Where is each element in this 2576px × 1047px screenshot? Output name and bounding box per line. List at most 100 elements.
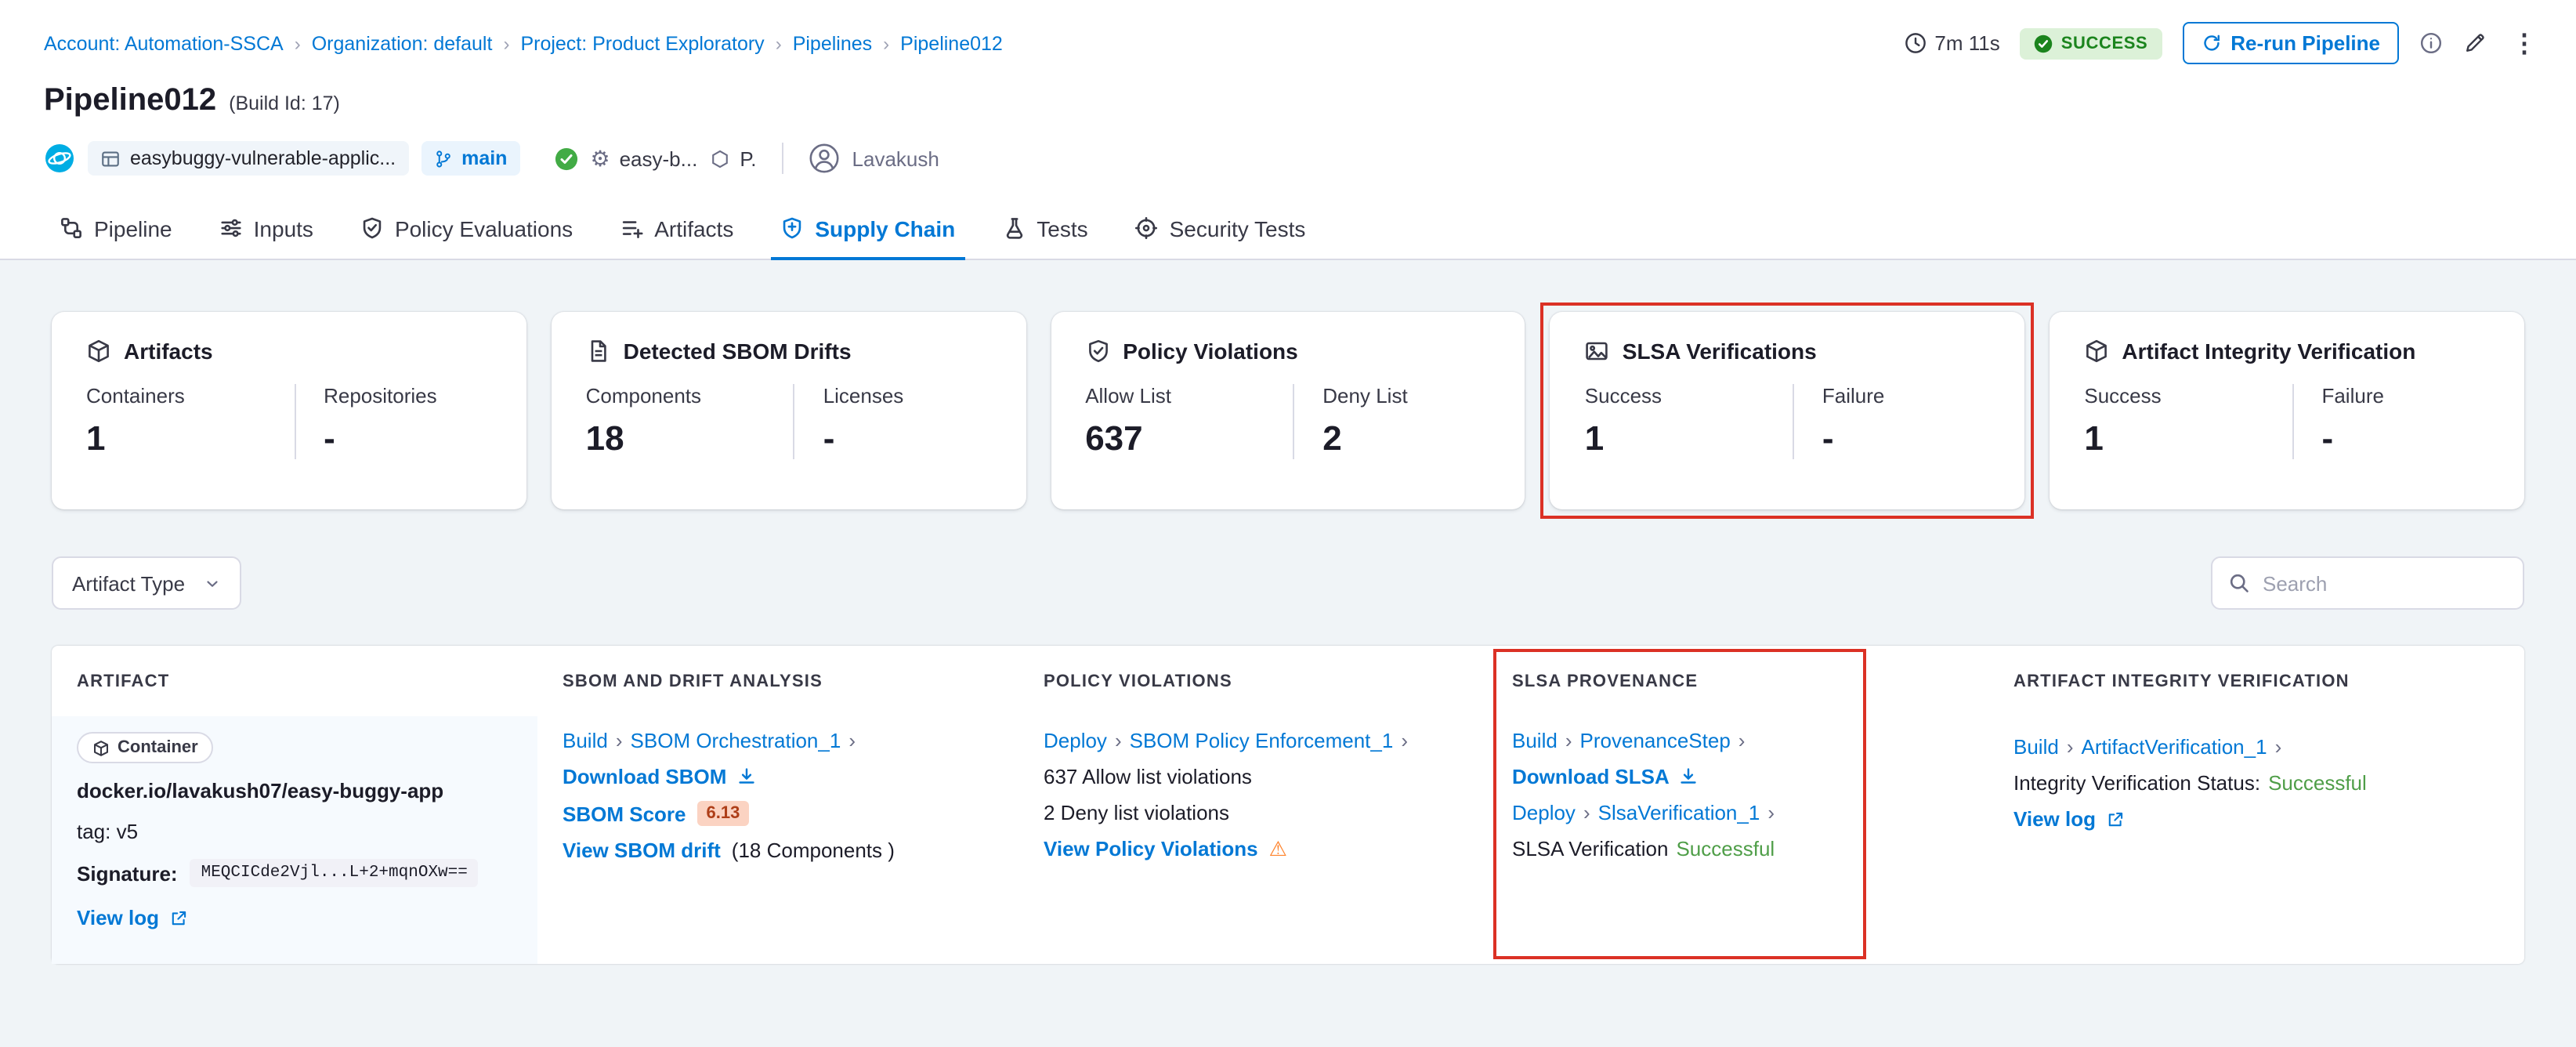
build-id: (Build Id: 17) <box>229 92 340 114</box>
metric-label: Failure <box>1822 384 1885 408</box>
metric: Containers 1 <box>86 384 294 459</box>
stage-link[interactable]: Build <box>563 729 608 752</box>
metric-value: 18 <box>585 418 624 458</box>
tab-pipeline[interactable]: Pipeline <box>38 197 194 259</box>
slsa-verification-status: Successful <box>1676 837 1775 860</box>
execution-actions: 7m 11s SUCCESS Re-run Pipeline ⋮ <box>1903 22 2542 64</box>
artifact-signature: Signature: MEQCICde2Vjl...L+2+mqnOXw== <box>77 859 512 887</box>
deny-list-violations: 2 Deny list violations <box>1044 801 1229 824</box>
integrity-verification-cell: Build › ArtifactVerification_1 › Integri… <box>1988 716 2524 964</box>
stage-link[interactable]: Deploy <box>1512 801 1576 824</box>
metric: Deny List 2 <box>1293 384 1490 459</box>
tab-artifacts[interactable]: Artifacts <box>598 197 755 259</box>
tab-policy-evaluations[interactable]: Policy Evaluations <box>338 197 595 259</box>
artifacts-table: ARTIFACT SBOM AND DRIFT ANALYSIS POLICY … <box>52 646 2524 964</box>
view-log-link[interactable]: View log <box>2013 807 2096 831</box>
breadcrumb-project[interactable]: Project: Product Exploratory <box>520 32 764 54</box>
info-icon[interactable] <box>2419 31 2443 55</box>
metric-label: Repositories <box>324 384 437 408</box>
table-row: Container docker.io/lavakush07/easy-bugg… <box>52 716 2524 964</box>
execution-meta: easybuggy-vulnerable-applic... main ⚙ ea… <box>0 119 2576 176</box>
edit-pencil-icon[interactable] <box>2463 31 2487 55</box>
metric-label: Success <box>2084 384 2162 408</box>
breadcrumb-separator: › <box>883 32 890 54</box>
metric-value: 1 <box>2084 418 2104 458</box>
repository-icon <box>100 148 121 168</box>
view-policy-violations-link[interactable]: View Policy Violations <box>1044 837 1258 860</box>
rerun-icon <box>2201 33 2221 53</box>
flask-icon <box>1002 216 1026 240</box>
repository-chip[interactable]: easybuggy-vulnerable-applic... <box>88 141 409 176</box>
container-cube-icon <box>92 739 110 756</box>
breadcrumb-separator: › <box>294 32 301 54</box>
download-icon <box>1679 766 1699 787</box>
search-input[interactable] <box>2263 571 2507 595</box>
step-link[interactable]: SlsaVerification_1 <box>1598 801 1760 824</box>
view-sbom-drift-link[interactable]: View SBOM drift <box>563 839 721 862</box>
tab-label: Policy Evaluations <box>394 216 573 241</box>
page-title: Pipeline012 <box>44 83 217 118</box>
integrity-status-label: Integrity Verification Status: <box>2013 771 2261 795</box>
download-icon <box>736 766 756 787</box>
breadcrumb-organization[interactable]: Organization: default <box>312 32 493 54</box>
chevron-right-icon: › <box>1565 729 1572 752</box>
column-header-sbom: SBOM AND DRIFT ANALYSIS <box>563 672 823 691</box>
chevron-right-icon: › <box>2066 735 2074 759</box>
success-check-icon <box>2035 34 2053 53</box>
branch-chip[interactable]: main <box>421 141 520 176</box>
card-title: Policy Violations <box>1123 339 1298 364</box>
user-avatar-icon <box>809 143 840 174</box>
filter-row: Artifact Type <box>52 556 2524 610</box>
chevron-right-icon: › <box>1767 801 1775 824</box>
triggered-by-user: Lavakush <box>852 147 939 170</box>
step-link[interactable]: ProvenanceStep <box>1580 729 1731 752</box>
artifact-image-name: docker.io/lavakush07/easy-buggy-app <box>77 779 444 802</box>
download-slsa-link[interactable]: Download SLSA <box>1512 765 1670 788</box>
breadcrumb-separator: › <box>775 32 782 54</box>
view-log-link[interactable]: View log <box>77 906 159 929</box>
tab-label: Pipeline <box>94 216 172 241</box>
search-box <box>2211 556 2524 610</box>
metric-label: Failure <box>2321 384 2384 408</box>
tab-inputs[interactable]: Inputs <box>197 197 335 259</box>
card-title: Artifacts <box>124 339 213 364</box>
stage-link[interactable]: Deploy <box>1044 729 1107 752</box>
artifacts-list-icon <box>620 216 643 240</box>
step-link[interactable]: SBOM Policy Enforcement_1 <box>1130 729 1394 752</box>
step-link[interactable]: SBOM Orchestration_1 <box>631 729 841 752</box>
stage-link[interactable]: Build <box>2013 735 2059 759</box>
download-sbom-link[interactable]: Download SBOM <box>563 765 726 788</box>
breadcrumb-account[interactable]: Account: Automation-SSCA <box>44 32 284 54</box>
container-type-chip: Container <box>77 732 214 763</box>
sbom-score-link[interactable]: SBOM Score <box>563 802 686 825</box>
tab-label: Artifacts <box>654 216 734 241</box>
document-icon <box>586 339 611 364</box>
stage-link[interactable]: Build <box>1512 729 1558 752</box>
card-sbom-drifts: Detected SBOM Drifts Components 18 Licen… <box>551 312 1026 509</box>
sbom-score-badge: 6.13 <box>696 801 750 826</box>
metric-value: - <box>2321 418 2334 458</box>
cube-icon <box>86 339 111 364</box>
step-link[interactable]: ArtifactVerification_1 <box>2082 735 2267 759</box>
column-header-policy-violations: POLICY VIOLATIONS <box>1044 672 1232 691</box>
environment-name: P. <box>740 147 757 170</box>
tab-security-tests[interactable]: Security Tests <box>1113 197 1328 259</box>
shield-check-icon <box>360 216 384 240</box>
chevron-right-icon: › <box>1738 729 1746 752</box>
tab-supply-chain[interactable]: Supply Chain <box>758 197 977 260</box>
more-options-icon[interactable]: ⋮ <box>2507 27 2542 59</box>
breadcrumb-pipeline012[interactable]: Pipeline012 <box>900 32 1003 54</box>
metric-value: - <box>324 418 335 458</box>
breadcrumb-pipelines[interactable]: Pipelines <box>793 32 872 54</box>
policy-violations-cell: Deploy › SBOM Policy Enforcement_1 › 637… <box>1018 716 1487 964</box>
gear-icon: ⚙ <box>590 146 610 171</box>
sbom-cell: Build › SBOM Orchestration_1 › Download … <box>537 716 1018 964</box>
artifact-type-dropdown[interactable]: Artifact Type <box>52 556 242 610</box>
tab-tests[interactable]: Tests <box>980 197 1109 259</box>
pipeline-icon <box>60 216 83 240</box>
metric-label: Allow List <box>1085 384 1172 408</box>
warning-icon: ⚠ <box>1268 837 1287 860</box>
status-badge: SUCCESS <box>2020 27 2162 59</box>
execution-tabs: Pipeline Inputs Policy Evaluations Artif… <box>0 197 2576 260</box>
rerun-pipeline-button[interactable]: Re-run Pipeline <box>2182 22 2399 64</box>
